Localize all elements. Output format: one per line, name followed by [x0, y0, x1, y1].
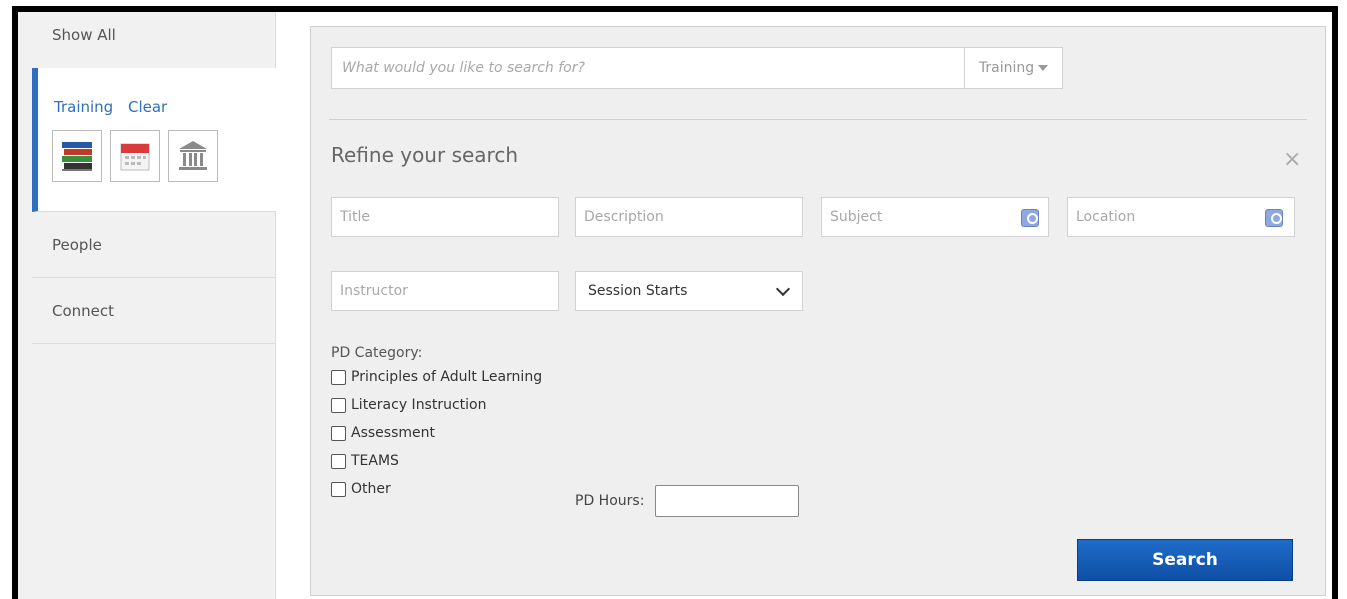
session-starts-value: Session Starts	[588, 283, 688, 299]
checkbox[interactable]	[331, 397, 346, 413]
category-checkbox-principles[interactable]: Principles of Adult Learning	[331, 369, 542, 385]
pd-hours-label: PD Hours:	[575, 493, 645, 509]
sidebar: Show All Training Clear People Connect	[18, 12, 276, 599]
training-header: Training Clear	[54, 98, 177, 116]
checkbox[interactable]	[331, 425, 346, 441]
title-field[interactable]	[331, 197, 559, 237]
sidebar-item-label: Connect	[52, 301, 115, 320]
sidebar-item-training: Training Clear	[32, 68, 276, 212]
clear-link[interactable]: Clear	[128, 98, 167, 116]
search-button[interactable]: Search	[1077, 539, 1293, 581]
checkbox[interactable]	[331, 481, 346, 497]
caret-down-icon	[1038, 65, 1049, 71]
category-checkbox-assessment[interactable]: Assessment	[331, 425, 435, 441]
books-icon	[62, 142, 92, 171]
category-checkbox-literacy[interactable]: Literacy Instruction	[331, 397, 487, 413]
training-tile-building[interactable]	[168, 130, 218, 182]
location-lookup-icon[interactable]	[1265, 209, 1283, 227]
category-label: TEAMS	[351, 453, 399, 469]
sidebar-item-people[interactable]: People	[32, 212, 276, 278]
pd-hours-input[interactable]	[655, 485, 799, 517]
chevron-down-icon	[775, 281, 791, 297]
search-bar: Training	[331, 47, 1063, 89]
sidebar-item-show-all[interactable]: Show All	[32, 12, 276, 68]
pd-category-label: PD Category:	[331, 345, 423, 361]
training-tile-books[interactable]	[52, 130, 102, 182]
category-checkbox-other[interactable]: Other	[331, 481, 391, 497]
search-scope-dropdown[interactable]: Training	[964, 48, 1062, 88]
location-field[interactable]	[1067, 197, 1295, 237]
search-panel: Training Refine your search × Session St…	[310, 26, 1326, 596]
checkbox[interactable]	[331, 369, 346, 385]
sidebar-item-connect[interactable]: Connect	[32, 278, 276, 344]
instructor-field[interactable]	[331, 271, 559, 311]
category-label: Other	[351, 481, 391, 497]
checkbox[interactable]	[331, 453, 346, 469]
session-starts-select[interactable]: Session Starts	[575, 271, 803, 311]
training-label[interactable]: Training	[54, 98, 113, 116]
sidebar-item-label: Show All	[52, 26, 116, 44]
page-frame: Show All Training Clear People Connect W…	[12, 6, 1338, 599]
description-field[interactable]	[575, 197, 803, 237]
search-input[interactable]	[332, 48, 964, 88]
sidebar-item-label: People	[52, 235, 102, 254]
category-checkbox-teams[interactable]: TEAMS	[331, 453, 399, 469]
divider	[329, 119, 1307, 120]
building-icon	[179, 141, 207, 170]
calendar-icon	[120, 143, 150, 171]
training-tile-calendar[interactable]	[110, 130, 160, 182]
subject-field[interactable]	[821, 197, 1049, 237]
close-icon[interactable]: ×	[1283, 147, 1301, 172]
category-label: Principles of Adult Learning	[351, 369, 543, 385]
category-label: Assessment	[351, 425, 435, 441]
category-label: Literacy Instruction	[351, 397, 487, 413]
refine-title: Refine your search	[331, 143, 519, 167]
search-scope-label: Training	[978, 60, 1035, 76]
subject-lookup-icon[interactable]	[1021, 209, 1039, 227]
